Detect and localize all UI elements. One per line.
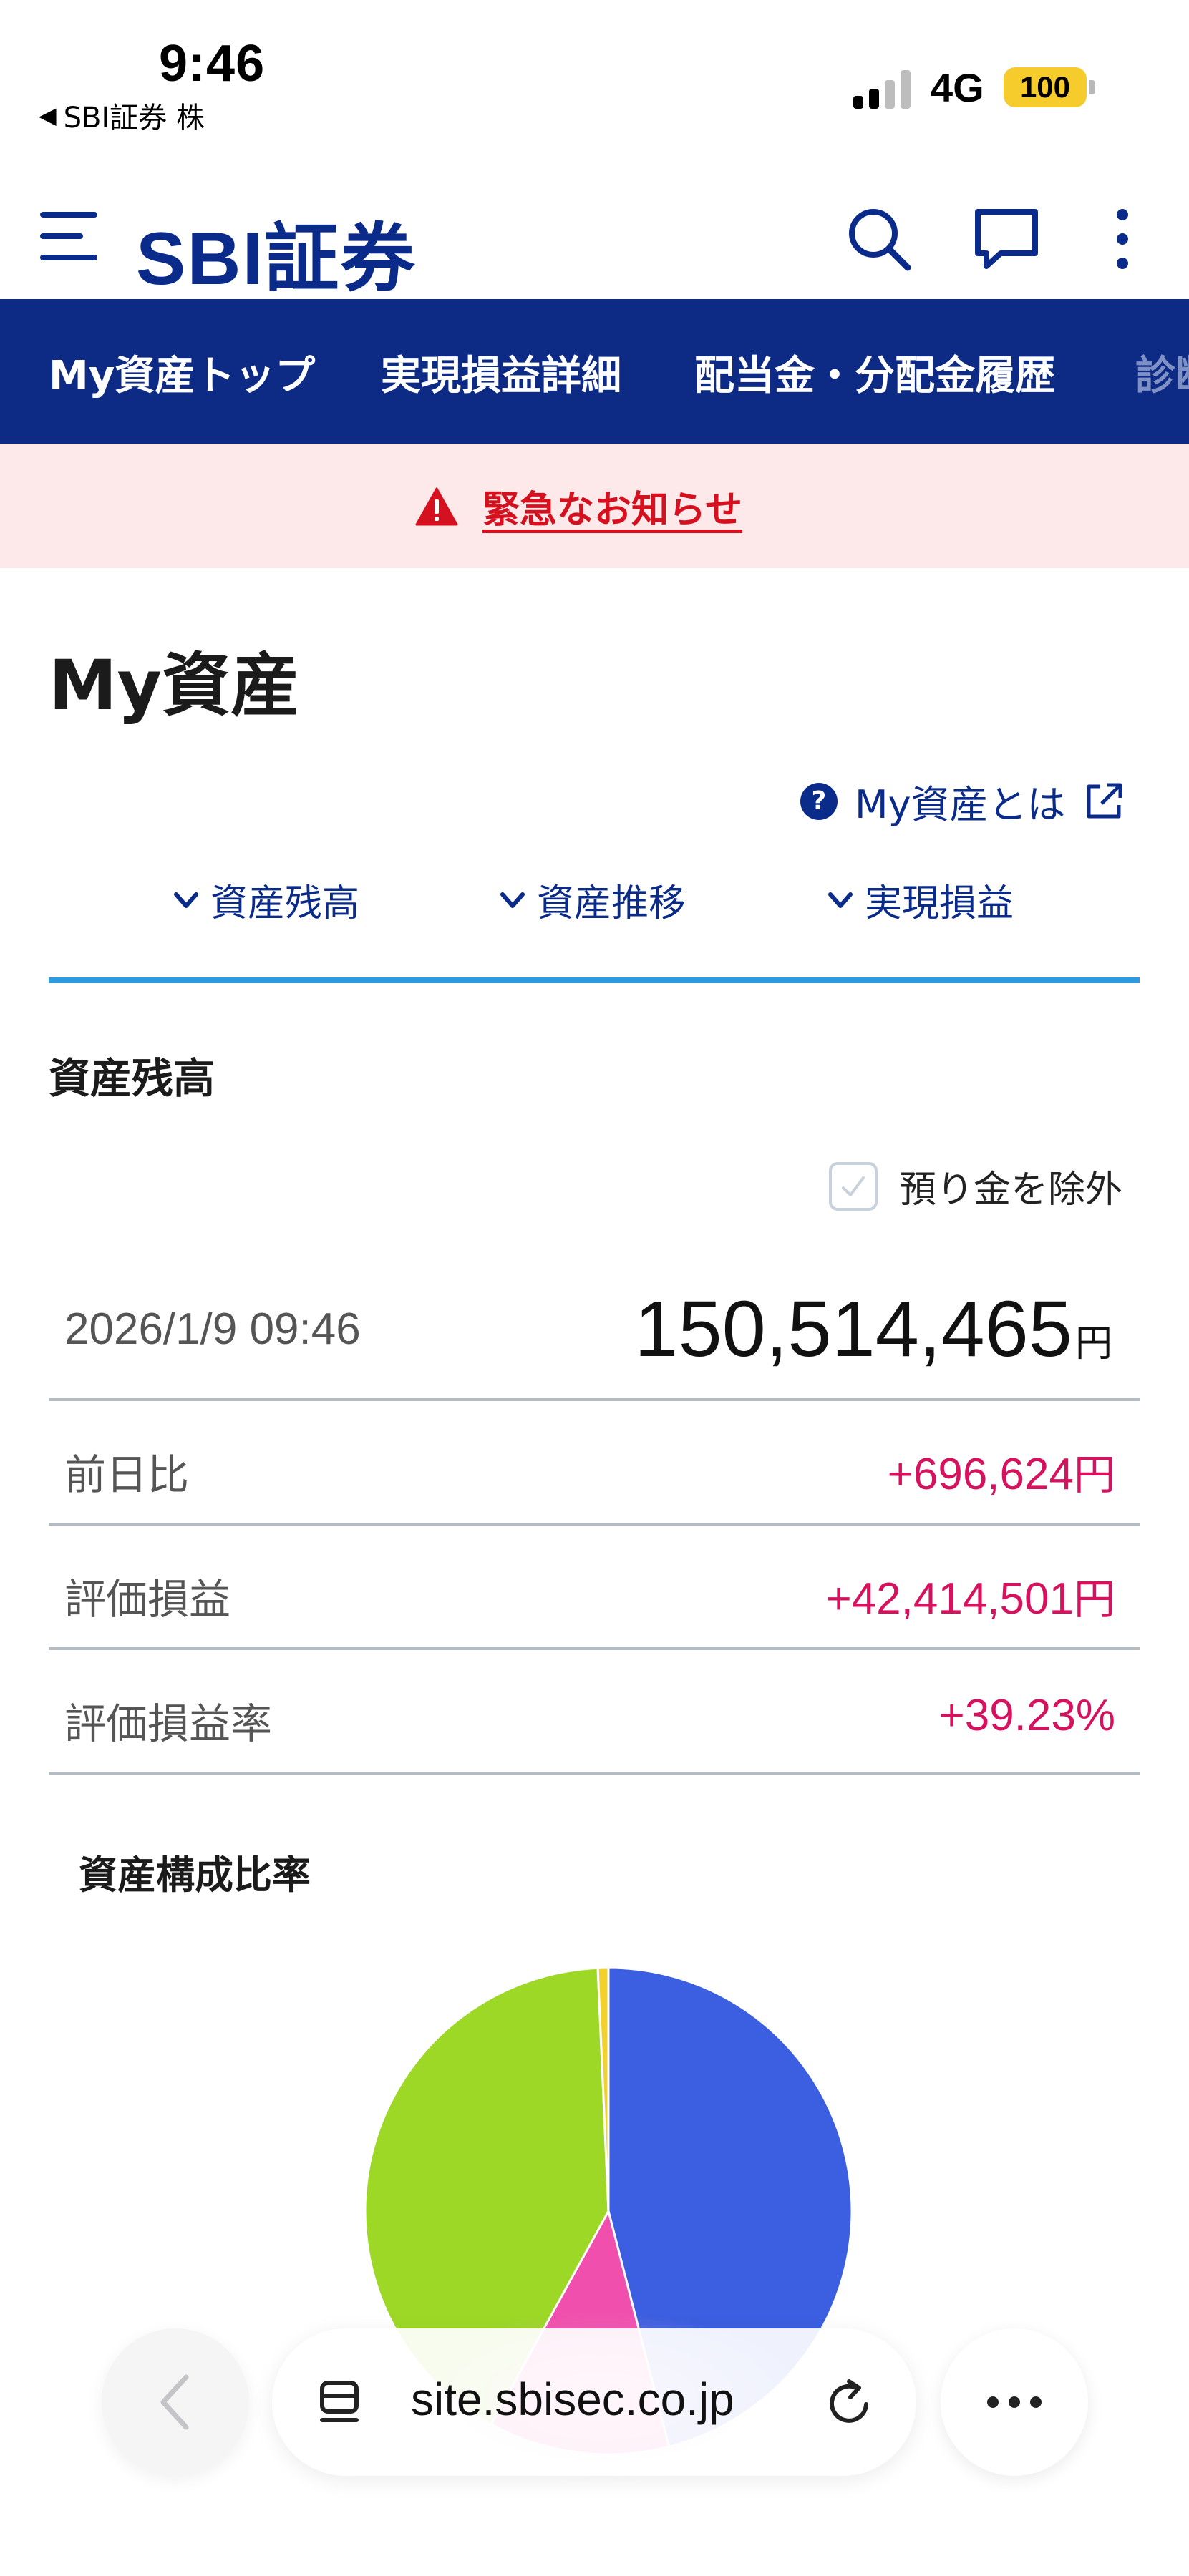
nav-item-my-assets-top[interactable]: My資産トップ xyxy=(49,343,315,401)
warning-icon xyxy=(415,487,458,525)
help-icon: ? xyxy=(800,782,838,820)
nav-item-dividend-history[interactable]: 配当金・分配金履歴 xyxy=(694,343,1055,401)
unrealized-pl-value: +42,414,501円 xyxy=(825,1566,1115,1626)
unrealized-pl-rate-value: +39.23% xyxy=(939,1690,1116,1741)
status-bar: 9:46 ◀ SBI証券 株 4G 100 xyxy=(0,0,1189,143)
total-balance-value: 150,514,465 xyxy=(634,1285,1072,1373)
anchor-balance-label: 資産残高 xyxy=(210,882,360,925)
total-balance: 150,514,465円 xyxy=(634,1284,1112,1375)
unrealized-pl-rate-row: 評価損益率 +39.23% xyxy=(49,1650,1140,1775)
unrealized-pl-amount: +42,414,501 xyxy=(825,1574,1074,1624)
main-nav: My資産トップ 実現損益詳細 配当金・分配金履歴 診断 xyxy=(0,299,1189,444)
about-my-assets-link[interactable]: ? My資産とは xyxy=(800,773,1125,829)
unrealized-pl-unit: 円 xyxy=(1073,1575,1115,1624)
day-change-value: +696,624円 xyxy=(888,1441,1115,1501)
chevron-down-icon xyxy=(174,892,198,908)
exclude-deposit-checkbox[interactable] xyxy=(829,1161,878,1211)
site-header: SBI証券 xyxy=(0,172,1189,301)
browser-back-button[interactable] xyxy=(102,2328,249,2476)
unrealized-pl-row: 評価損益 +42,414,501円 xyxy=(49,1526,1140,1650)
anchor-trend-label: 資産推移 xyxy=(537,882,686,925)
battery-level: 100 xyxy=(1019,70,1071,104)
check-icon xyxy=(842,1176,865,1196)
back-triangle-icon: ◀ xyxy=(39,102,57,129)
composition-title: 資産構成比率 xyxy=(79,1853,311,1898)
back-to-app-link[interactable]: ◀ SBI証券 株 xyxy=(39,94,205,136)
browser-more-button[interactable] xyxy=(941,2328,1088,2476)
exclude-deposit-label: 預り金を除外 xyxy=(899,1169,1123,1211)
unrealized-pl-rate-label: 評価損益率 xyxy=(64,1699,273,1748)
address-bar[interactable]: site.sbisec.co.jp xyxy=(272,2328,916,2476)
browser-toolbar: site.sbisec.co.jp xyxy=(0,2311,1189,2483)
chevron-down-icon xyxy=(828,892,853,908)
about-link-label: My資産とは xyxy=(855,782,1066,827)
sbi-logo[interactable]: SBI証券 xyxy=(136,197,416,306)
anchor-balance[interactable]: 資産残高 xyxy=(170,873,359,927)
dot xyxy=(987,2396,999,2408)
dot xyxy=(1030,2396,1042,2408)
emergency-banner: 緊急なお知らせ xyxy=(0,444,1189,568)
menu-icon[interactable] xyxy=(40,212,97,269)
tab-overview-icon[interactable] xyxy=(318,2379,368,2429)
emergency-notice-link[interactable]: 緊急なお知らせ xyxy=(482,479,742,533)
search-icon[interactable] xyxy=(843,203,915,275)
day-change-amount: +696,624 xyxy=(887,1450,1074,1499)
exclude-deposit-toggle[interactable]: 預り金を除外 xyxy=(829,1159,1122,1213)
nav-item-diagnosis[interactable]: 診断 xyxy=(1135,343,1189,401)
external-link-icon xyxy=(1087,783,1122,818)
day-change-unit: 円 xyxy=(1073,1450,1115,1499)
day-change-label: 前日比 xyxy=(64,1450,190,1499)
anchor-trend[interactable]: 資産推移 xyxy=(497,873,686,927)
balance-section-title: 資産残高 xyxy=(49,1054,215,1103)
section-divider xyxy=(49,977,1140,983)
dot xyxy=(1009,2396,1020,2408)
reload-icon[interactable] xyxy=(825,2377,876,2429)
address-url: site.sbisec.co.jp xyxy=(411,2373,734,2425)
battery-tip xyxy=(1089,80,1095,94)
total-balance-unit: 円 xyxy=(1074,1322,1112,1365)
battery-icon: 100 xyxy=(1004,67,1087,107)
unrealized-pl-rate-amount: +39.23% xyxy=(938,1691,1116,1740)
section-anchors: 資産残高 資産推移 実現損益 xyxy=(0,873,1189,937)
chevron-down-icon xyxy=(500,892,525,908)
nav-item-realized-pl[interactable]: 実現損益詳細 xyxy=(381,343,621,401)
chat-icon[interactable] xyxy=(971,203,1042,275)
back-app-label: SBI証券 株 xyxy=(63,102,205,135)
chevron-left-icon xyxy=(160,2374,189,2430)
anchor-realized-pl[interactable]: 実現損益 xyxy=(825,873,1014,927)
cellular-signal-icon xyxy=(853,69,911,109)
more-vertical-icon[interactable] xyxy=(1088,203,1157,275)
network-type: 4G xyxy=(931,65,984,110)
anchor-realized-pl-label: 実現損益 xyxy=(865,882,1014,925)
total-balance-row: 2026/1/9 09:46 150,514,465円 xyxy=(49,1259,1140,1401)
balance-datetime: 2026/1/9 09:46 xyxy=(64,1304,361,1354)
unrealized-pl-label: 評価損益 xyxy=(64,1575,231,1624)
status-time: 9:46 xyxy=(159,35,266,92)
day-change-row: 前日比 +696,624円 xyxy=(49,1401,1140,1526)
page-title: My資産 xyxy=(49,645,300,726)
